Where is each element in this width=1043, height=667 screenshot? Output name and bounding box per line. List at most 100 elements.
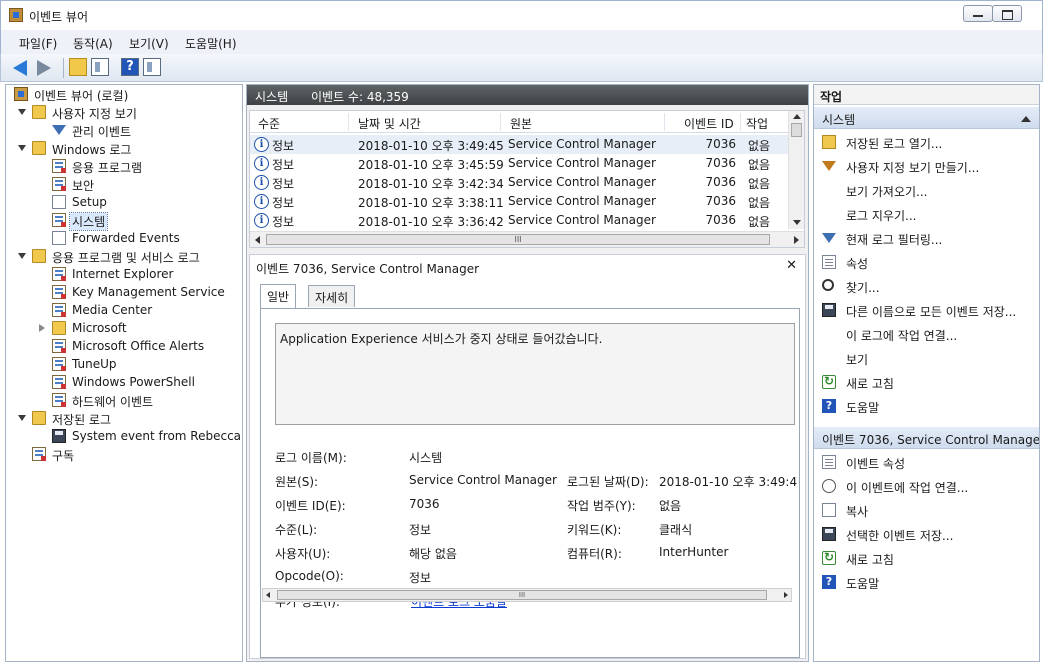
scroll-thumb[interactable] bbox=[791, 123, 802, 137]
events-vertical-scrollbar[interactable] bbox=[788, 111, 804, 229]
scroll-right-arrow-icon[interactable] bbox=[784, 592, 788, 598]
tree-item-office-alerts[interactable]: Microsoft Office Alerts bbox=[6, 337, 242, 355]
show-hide-tree-icon[interactable] bbox=[91, 58, 109, 76]
action-copy[interactable]: 복사 bbox=[814, 499, 1039, 521]
column-divider[interactable] bbox=[664, 113, 665, 131]
properties-icon bbox=[822, 455, 836, 469]
column-divider[interactable] bbox=[740, 113, 741, 131]
event-message-box[interactable]: Application Experience 서비스가 중지 상태로 들어갔습니… bbox=[275, 323, 795, 425]
maximize-button[interactable] bbox=[992, 5, 1022, 22]
table-row[interactable]: i 정보 2018-01-10 오후 3:38:11 Service Contr… bbox=[250, 192, 788, 211]
table-row[interactable]: i 정보 2018-01-10 오후 3:49:45 Service Contr… bbox=[250, 135, 788, 154]
scroll-thumb[interactable]: III bbox=[266, 234, 770, 245]
tab-details[interactable]: 자세히 bbox=[308, 285, 356, 307]
tree-item-system[interactable]: 시스템 bbox=[6, 211, 242, 231]
scroll-left-arrow-icon[interactable] bbox=[255, 236, 260, 244]
detail-horizontal-scrollbar[interactable]: III bbox=[262, 588, 792, 602]
actions-section-system[interactable]: 시스템 bbox=[814, 107, 1039, 129]
tree-item-hardware-events[interactable]: 하드웨어 이벤트 bbox=[6, 391, 242, 409]
action-clear-log[interactable]: 로그 지우기... bbox=[814, 203, 1039, 225]
event-datetime: 2018-01-10 오후 3:49:45 bbox=[358, 139, 504, 153]
collapse-arrow-icon[interactable] bbox=[1021, 116, 1031, 122]
action-help[interactable]: ? 도움말 bbox=[814, 395, 1039, 417]
help-icon[interactable]: ? bbox=[121, 58, 139, 76]
info-icon: i bbox=[254, 137, 269, 152]
tree-item-windows-logs[interactable]: Windows 로그 bbox=[6, 139, 242, 157]
tree-item-security[interactable]: 보안 bbox=[6, 175, 242, 193]
close-icon[interactable]: ✕ bbox=[786, 258, 797, 273]
tree-item-powershell[interactable]: Windows PowerShell bbox=[6, 373, 242, 391]
minimize-button[interactable] bbox=[963, 5, 993, 22]
menu-view[interactable]: 보기(V) bbox=[129, 35, 169, 52]
actions-section-event[interactable]: 이벤트 7036, Service Control Manager bbox=[814, 427, 1039, 449]
action-properties[interactable]: 속성 bbox=[814, 251, 1039, 273]
tree-item-setup[interactable]: Setup bbox=[6, 193, 242, 211]
action-attach-task-to-log[interactable]: 이 로그에 작업 연결... bbox=[814, 323, 1039, 345]
forward-arrow-icon[interactable] bbox=[37, 60, 51, 76]
collapsed-arrow-icon[interactable] bbox=[39, 324, 45, 332]
action-refresh[interactable]: 새로 고침 bbox=[814, 371, 1039, 393]
tree-item-apps-services[interactable]: 응용 프로그램 및 서비스 로그 bbox=[6, 247, 242, 265]
event-id-value: 7036 bbox=[409, 497, 440, 511]
action-event-properties[interactable]: 이벤트 속성 bbox=[814, 451, 1039, 473]
open-folder-icon[interactable] bbox=[69, 58, 87, 76]
events-horizontal-scrollbar[interactable]: III bbox=[250, 231, 804, 247]
tree-item-admin-events[interactable]: 관리 이벤트 bbox=[6, 121, 242, 139]
scroll-down-arrow-icon[interactable] bbox=[793, 220, 801, 225]
action-open-saved-log[interactable]: 저장된 로그 열기... bbox=[814, 131, 1039, 153]
action-save-selected-events[interactable]: 선택한 이벤트 저장... bbox=[814, 523, 1039, 545]
scroll-up-arrow-icon[interactable] bbox=[793, 114, 801, 119]
section-label: 시스템 bbox=[822, 113, 856, 127]
action-filter-current-log[interactable]: 현재 로그 필터링... bbox=[814, 227, 1039, 249]
expand-arrow-icon[interactable] bbox=[18, 253, 26, 259]
menu-action[interactable]: 동작(A) bbox=[73, 35, 113, 52]
tab-general[interactable]: 일반 bbox=[260, 284, 297, 308]
action-find[interactable]: 찾기... bbox=[814, 275, 1039, 297]
folder-icon bbox=[32, 411, 46, 425]
show-hide-actions-icon[interactable] bbox=[143, 58, 161, 76]
action-save-all-events-as[interactable]: 다른 이름으로 모든 이벤트 저장... bbox=[814, 299, 1039, 321]
column-divider[interactable] bbox=[500, 113, 501, 131]
table-row[interactable]: i 정보 2018-01-10 오후 3:36:42 Service Contr… bbox=[250, 211, 788, 230]
action-import-view[interactable]: 보기 가져오기... bbox=[814, 179, 1039, 201]
table-row[interactable]: i 정보 2018-01-10 오후 3:45:59 Service Contr… bbox=[250, 154, 788, 173]
tree-item-key-management[interactable]: Key Management Service bbox=[6, 283, 242, 301]
tree-item-subscriptions[interactable]: 구독 bbox=[6, 445, 242, 463]
action-attach-task-to-event[interactable]: 이 이벤트에 작업 연결... bbox=[814, 475, 1039, 497]
action-refresh-event[interactable]: 새로 고침 bbox=[814, 547, 1039, 569]
tree-item-media-center[interactable]: Media Center bbox=[6, 301, 242, 319]
tree-item-tuneup[interactable]: TuneUp bbox=[6, 355, 242, 373]
tree-item-saved-logs[interactable]: 저장된 로그 bbox=[6, 409, 242, 427]
action-create-custom-view[interactable]: 사용자 지정 보기 만들기... bbox=[814, 155, 1039, 177]
column-event-id[interactable]: 이벤트 ID bbox=[684, 115, 734, 132]
column-level[interactable]: 수준 bbox=[258, 115, 280, 132]
tree-item-application[interactable]: 응용 프로그램 bbox=[6, 157, 242, 175]
scroll-right-arrow-icon[interactable] bbox=[794, 236, 799, 244]
tree-item-forwarded-events[interactable]: Forwarded Events bbox=[6, 229, 242, 247]
action-view[interactable]: 보기 bbox=[814, 347, 1039, 369]
tree-item-custom-views[interactable]: 사용자 지정 보기 bbox=[6, 103, 242, 121]
table-row[interactable]: i 정보 2018-01-10 오후 3:42:34 Service Contr… bbox=[250, 173, 788, 192]
event-id: 7036 bbox=[705, 213, 736, 227]
column-datetime[interactable]: 날짜 및 시간 bbox=[358, 115, 421, 132]
tree-item-internet-explorer[interactable]: Internet Explorer bbox=[6, 265, 242, 283]
event-source: Service Control Manager bbox=[508, 137, 656, 151]
expand-arrow-icon[interactable] bbox=[18, 415, 26, 421]
tree-item-root[interactable]: 이벤트 뷰어 (로컬) bbox=[6, 85, 242, 103]
expand-arrow-icon[interactable] bbox=[18, 145, 26, 151]
action-label: 선택한 이벤트 저장... bbox=[846, 529, 954, 543]
menu-file[interactable]: 파일(F) bbox=[19, 35, 57, 52]
scroll-thumb[interactable]: III bbox=[277, 590, 767, 600]
expand-arrow-icon[interactable] bbox=[18, 109, 26, 115]
back-arrow-icon[interactable] bbox=[13, 60, 27, 76]
tree-label: 시스템 bbox=[68, 212, 109, 231]
tree-item-microsoft[interactable]: Microsoft bbox=[6, 319, 242, 337]
keywords-label: 키워드(K): bbox=[567, 523, 622, 537]
action-help-event[interactable]: ? 도움말 bbox=[814, 571, 1039, 593]
column-divider[interactable] bbox=[348, 113, 349, 131]
computer-value: InterHunter bbox=[659, 545, 729, 559]
menu-help[interactable]: 도움말(H) bbox=[185, 35, 237, 52]
tree-item-saved-system-event[interactable]: System event from Rebecca bbox=[6, 427, 242, 445]
column-source[interactable]: 원본 bbox=[510, 115, 532, 132]
scroll-left-arrow-icon[interactable] bbox=[266, 592, 270, 598]
